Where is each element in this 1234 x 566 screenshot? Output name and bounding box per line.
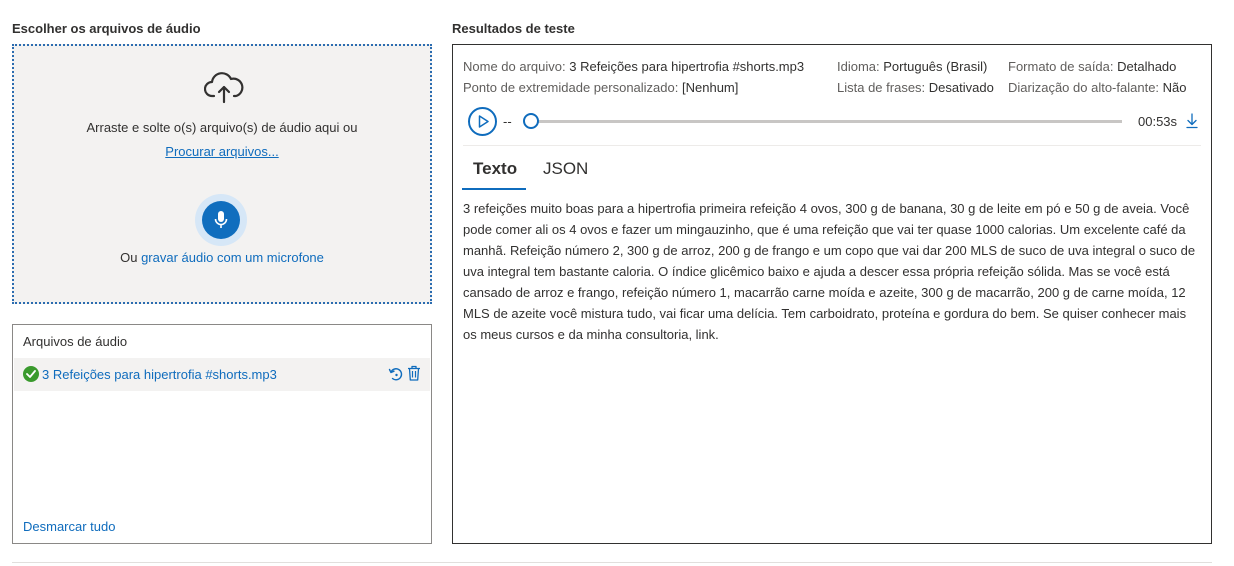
browse-files-link[interactable]: Procurar arquivos... bbox=[165, 144, 278, 159]
meta-language-value: Português (Brasil) bbox=[883, 59, 988, 74]
audio-files-title: Arquivos de áudio bbox=[23, 334, 128, 349]
choose-files-title: Escolher os arquivos de áudio bbox=[12, 21, 201, 36]
bottom-divider bbox=[12, 562, 1212, 563]
record-prefix: Ou bbox=[120, 250, 138, 265]
meta-file-name-label: Nome do arquivo: bbox=[463, 59, 566, 74]
download-icon[interactable] bbox=[1186, 113, 1198, 129]
drop-instruction: Arraste e solte o(s) arquivo(s) de áudio… bbox=[86, 120, 358, 135]
record-microphone-button[interactable] bbox=[195, 194, 247, 246]
microphone-icon bbox=[214, 211, 228, 228]
seek-track[interactable] bbox=[530, 120, 1122, 123]
reload-icon[interactable] bbox=[388, 366, 404, 382]
meta-file-name: Nome do arquivo: 3 Refeições para hipert… bbox=[463, 59, 804, 74]
meta-file-name-value: 3 Refeições para hipertrofia #shorts.mp3 bbox=[569, 59, 805, 74]
meta-endpoint-label: Ponto de extremidade personalizado: bbox=[463, 80, 679, 95]
meta-endpoint: Ponto de extremidade personalizado: [Nen… bbox=[463, 80, 738, 95]
seek-slider-thumb[interactable] bbox=[523, 113, 539, 129]
trash-icon[interactable] bbox=[407, 365, 421, 381]
file-name[interactable]: 3 Refeições para hipertrofia #shorts.mp3 bbox=[42, 367, 277, 382]
meta-phrase-list: Lista de frases: Desativado bbox=[837, 80, 994, 95]
meta-language: Idioma: Português (Brasil) bbox=[837, 59, 987, 74]
player-divider bbox=[463, 145, 1201, 146]
results-title: Resultados de teste bbox=[452, 21, 575, 36]
meta-diarization-value: Não bbox=[1162, 80, 1187, 95]
audio-dropzone[interactable]: Arraste e solte o(s) arquivo(s) de áudio… bbox=[12, 44, 432, 304]
unselect-all-link[interactable]: Desmarcar tudo bbox=[23, 519, 115, 534]
meta-language-label: Idioma: bbox=[837, 59, 880, 74]
meta-diarization: Diarização do alto-falante: Não bbox=[1008, 80, 1187, 95]
active-tab-indicator bbox=[462, 188, 526, 190]
tab-json[interactable]: JSON bbox=[543, 159, 588, 179]
record-audio-link[interactable]: gravar áudio com um microfone bbox=[141, 250, 324, 265]
tab-texto[interactable]: Texto bbox=[473, 159, 517, 179]
meta-phrase-list-value: Desativado bbox=[928, 80, 994, 95]
play-icon bbox=[478, 115, 489, 128]
cloud-upload-icon bbox=[204, 72, 244, 104]
check-circle-icon bbox=[23, 366, 39, 382]
meta-output-format-value: Detalhado bbox=[1117, 59, 1177, 74]
transcript-text: 3 refeições muito boas para a hipertrofi… bbox=[463, 201, 1196, 342]
meta-output-format-label: Formato de saída: bbox=[1008, 59, 1114, 74]
current-time: -- bbox=[503, 114, 512, 129]
meta-output-format: Formato de saída: Detalhado bbox=[1008, 59, 1176, 74]
meta-diarization-label: Diarização do alto-falante: bbox=[1008, 80, 1160, 95]
audio-files-panel: Arquivos de áudio 3 Refeições para hiper… bbox=[12, 324, 432, 544]
file-list-item[interactable]: 3 Refeições para hipertrofia #shorts.mp3 bbox=[14, 358, 430, 391]
results-panel: Nome do arquivo: 3 Refeições para hipert… bbox=[452, 44, 1212, 544]
record-audio-line: Ou gravar áudio com um microfone bbox=[14, 250, 430, 265]
play-button[interactable] bbox=[468, 107, 497, 136]
duration: 00:53s bbox=[1138, 114, 1178, 129]
meta-endpoint-value: [Nenhum] bbox=[682, 80, 739, 95]
meta-phrase-list-label: Lista de frases: bbox=[837, 80, 926, 95]
